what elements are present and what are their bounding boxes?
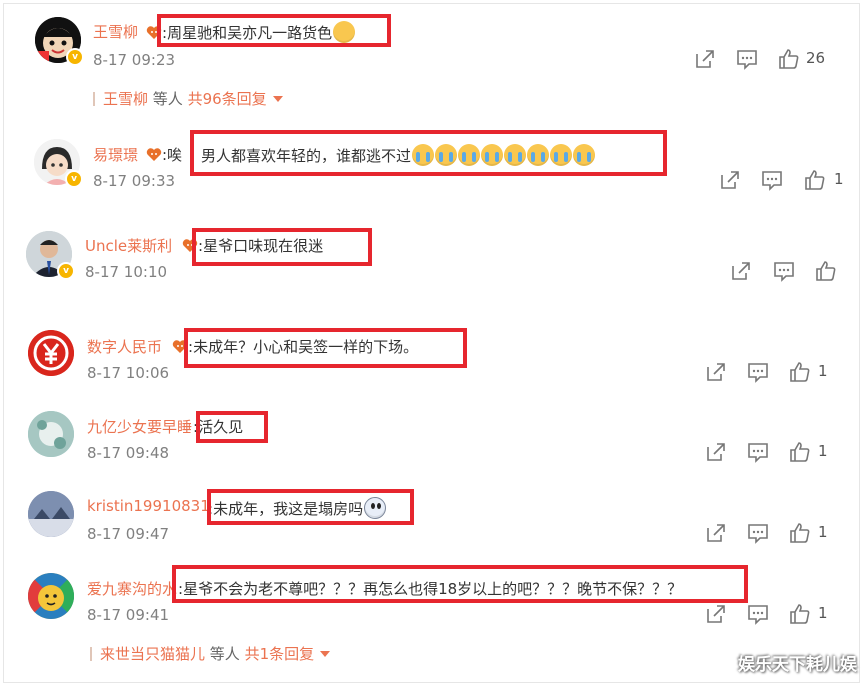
comment-icon[interactable]: [761, 169, 783, 191]
reply-total[interactable]: 共1条回复: [245, 645, 315, 663]
comment-actions: [730, 260, 850, 284]
comment-icon[interactable]: [747, 361, 769, 383]
highlight-box: [196, 411, 268, 443]
share-icon[interactable]: [705, 603, 727, 625]
highlight-box: [207, 489, 414, 525]
comment-actions: 1: [705, 441, 845, 465]
verified-badge-icon: v: [65, 170, 83, 188]
like-count: 1: [818, 442, 828, 460]
avatar[interactable]: [28, 491, 74, 537]
like-count: 1: [834, 170, 844, 188]
comment-time: 8-17 09:47: [87, 525, 170, 543]
highlight-box: [192, 228, 372, 266]
reply-user[interactable]: 来世当只猫猫儿: [100, 645, 205, 663]
reply-divider: [93, 92, 95, 106]
share-icon[interactable]: [694, 48, 716, 70]
like-icon[interactable]: [789, 441, 811, 463]
commenter-name[interactable]: 数字人民币: [87, 336, 162, 357]
share-icon[interactable]: [705, 441, 727, 463]
comment-icon[interactable]: [736, 48, 758, 70]
reply-user[interactable]: 王雪柳: [103, 90, 148, 108]
avatar[interactable]: [28, 411, 74, 457]
like-count: 26: [806, 49, 826, 67]
like-icon[interactable]: [789, 361, 811, 383]
share-icon[interactable]: [719, 169, 741, 191]
commenter-name[interactable]: 九亿少女要早睡: [87, 416, 192, 437]
comment-icon[interactable]: [747, 603, 769, 625]
highlight-box: [190, 130, 667, 176]
avatar[interactable]: v: [34, 139, 83, 188]
like-icon[interactable]: [815, 260, 837, 282]
chevron-down-icon: [272, 96, 283, 102]
like-icon[interactable]: [804, 169, 826, 191]
comment-time: 8-17 09:48: [87, 444, 170, 462]
avatar-image: [28, 491, 74, 537]
comment-text: :唉: [146, 144, 182, 165]
comment-icon[interactable]: [747, 441, 769, 463]
comment-actions: 1: [705, 603, 845, 627]
share-icon[interactable]: [705, 522, 727, 544]
comment-time: 8-17 10:06: [87, 364, 170, 382]
verified-badge-icon: v: [57, 262, 75, 280]
commenter-name[interactable]: 爱九寨沟的水: [87, 578, 177, 599]
avatar[interactable]: v: [35, 17, 84, 66]
reply-mid: 等人: [148, 90, 188, 108]
like-count: 1: [818, 362, 828, 380]
reply-summary[interactable]: 来世当只猫猫儿 等人 共1条回复: [90, 643, 331, 664]
commenter-name[interactable]: kristin19910831: [87, 497, 210, 515]
highlight-box: [172, 565, 748, 603]
share-icon[interactable]: [730, 260, 752, 282]
chevron-down-icon: [320, 651, 331, 657]
avatar-image: [28, 330, 74, 376]
comment-actions: 1: [719, 169, 859, 193]
like-icon[interactable]: [789, 522, 811, 544]
avatar[interactable]: v: [26, 231, 75, 280]
highlight-box: [184, 328, 467, 368]
comment-time: 8-17 09:23: [93, 51, 176, 69]
comment-actions: 1: [705, 522, 845, 546]
share-icon[interactable]: [705, 361, 727, 383]
comment-icon[interactable]: [773, 260, 795, 282]
comment-time: 8-17 10:10: [85, 263, 168, 281]
commenter-name[interactable]: 易璟璟: [93, 144, 138, 165]
avatar[interactable]: [28, 330, 74, 376]
comment-separator: :唉: [162, 146, 183, 164]
like-count: 1: [818, 604, 828, 622]
reply-summary[interactable]: 王雪柳 等人 共96条回复: [93, 88, 283, 109]
reply-mid: 等人: [205, 645, 245, 663]
comment-icon[interactable]: [747, 522, 769, 544]
like-icon[interactable]: [778, 48, 800, 70]
reply-total[interactable]: 共96条回复: [188, 90, 267, 108]
commenter-name[interactable]: Uncle莱斯利: [85, 235, 172, 256]
highlight-box: [157, 14, 391, 47]
verified-badge-icon: v: [66, 48, 84, 66]
avatar-image: [28, 573, 74, 619]
avatar-image: [28, 411, 74, 457]
commenter-name[interactable]: 王雪柳: [93, 21, 138, 42]
comment-time: 8-17 09:33: [93, 172, 176, 190]
heart-badge-icon: [146, 148, 162, 161]
avatar[interactable]: [28, 573, 74, 619]
comment-actions: 1: [705, 361, 845, 385]
comment-time: 8-17 09:41: [87, 606, 170, 624]
like-count: 1: [818, 523, 828, 541]
reply-divider: [90, 647, 92, 661]
like-icon[interactable]: [789, 603, 811, 625]
comment-actions: 26: [694, 48, 854, 72]
watermark: 娱乐天下耗儿娱: [738, 655, 857, 675]
